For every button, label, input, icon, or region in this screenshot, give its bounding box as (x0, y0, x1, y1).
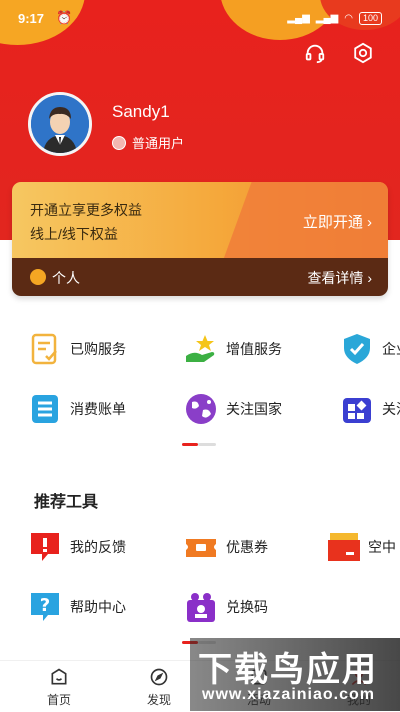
shield-check-icon (344, 334, 370, 364)
status-icons: ▂▄▆ ▂▄▆ ◠ 100 (287, 12, 382, 25)
coupon-icon (186, 539, 216, 557)
page-indicator (198, 443, 216, 446)
membership-tier: 个人 (52, 270, 80, 286)
membership-card[interactable]: 开通立享更多权益 线上/线下权益 立即开通 › 个人 查看详情 › (12, 182, 388, 296)
tool-feedback[interactable]: 我的反馈 (28, 527, 126, 567)
signal-icon: ▂▄▆ (315, 13, 339, 24)
tools-section-title: 推荐工具 (34, 494, 99, 511)
service-follow[interactable]: 关注 (340, 389, 400, 429)
service-bills[interactable]: 消费账单 (28, 389, 126, 429)
feedback-icon (31, 533, 59, 561)
service-purchased[interactable]: 已购服务 (28, 329, 126, 369)
home-icon (51, 668, 67, 685)
wifi-icon: ◠ (344, 13, 353, 24)
view-details-link[interactable]: 查看详情 › (307, 268, 372, 288)
status-bar: 9:17 ⏰ ▂▄▆ ▂▄▆ ◠ 100 (18, 10, 382, 30)
membership-card-top: 开通立享更多权益 线上/线下权益 立即开通 › (12, 182, 388, 282)
svg-text:?: ? (40, 595, 50, 616)
watermark-title: 下载鸟应用 (198, 650, 378, 690)
tool-label: 空中 (368, 539, 396, 555)
service-countries[interactable]: 关注国家 (184, 389, 282, 429)
chevron-right-icon: › (367, 214, 372, 231)
headset-icon[interactable] (304, 42, 326, 64)
redeem-icon (187, 593, 215, 622)
chevron-right-icon: › (367, 270, 372, 286)
alarm-icon: ⏰ (56, 10, 73, 25)
globe-icon (186, 394, 216, 424)
user-level-label: 普通用户 (132, 136, 185, 151)
coin-icon (30, 269, 46, 285)
tool-help[interactable]: ? 帮助中心 (28, 587, 126, 627)
service-value-added[interactable]: 增值服务 (184, 329, 282, 369)
tool-label: 帮助中心 (70, 599, 126, 615)
tool-coupon[interactable]: 优惠券 (184, 527, 268, 567)
apps-icon (343, 398, 371, 423)
header-actions (304, 42, 374, 64)
help-icon: ? (31, 593, 59, 621)
status-time: 9:17 (18, 11, 45, 26)
open-membership-label: 立即开通 (302, 214, 363, 231)
username: Sandy1 (112, 102, 170, 121)
battery-icon: 100 (358, 12, 382, 25)
nav-discover[interactable]: 发现 (129, 667, 189, 708)
document-icon (31, 333, 57, 365)
page-indicator-active (182, 443, 198, 446)
membership-benefits-text: 线上/线下权益 (30, 226, 118, 242)
tool-air[interactable]: 空中 (326, 527, 396, 567)
tool-redeem[interactable]: 兑换码 (184, 587, 268, 627)
open-membership-button[interactable]: 立即开通 › (303, 211, 372, 232)
service-label: 关注国家 (226, 401, 282, 417)
signal-icon: ▂▄▆ (287, 13, 310, 24)
service-enterprise[interactable]: 企业 (340, 329, 400, 369)
view-details-label: 查看详情 (307, 270, 364, 286)
tool-label: 兑换码 (226, 599, 268, 615)
air-icon (328, 533, 360, 561)
membership-promo-text: 开通立享更多权益 (30, 202, 142, 218)
settings-icon[interactable] (352, 42, 374, 64)
bill-icon (32, 395, 58, 423)
avatar[interactable] (28, 92, 92, 156)
watermark: 下载鸟应用 www.xiazainiao.com (190, 638, 400, 711)
compass-icon (150, 668, 168, 686)
service-label: 消费账单 (70, 401, 126, 417)
tool-label: 优惠券 (226, 539, 268, 555)
nav-home[interactable]: 首页 (29, 667, 89, 708)
service-label: 增值服务 (226, 341, 282, 357)
user-level: 普通用户 (112, 133, 184, 152)
watermark-url: www.xiazainiao.com (202, 686, 376, 703)
service-label: 关注 (382, 401, 400, 417)
service-label: 已购服务 (70, 341, 126, 357)
service-label: 企业 (382, 341, 400, 357)
hand-star-icon (186, 335, 215, 362)
membership-card-bottom: 个人 查看详情 › (12, 258, 388, 296)
level-badge-icon (112, 135, 126, 150)
nav-label: 发现 (146, 693, 171, 707)
nav-label: 首页 (46, 693, 71, 707)
tool-label: 我的反馈 (70, 539, 126, 555)
